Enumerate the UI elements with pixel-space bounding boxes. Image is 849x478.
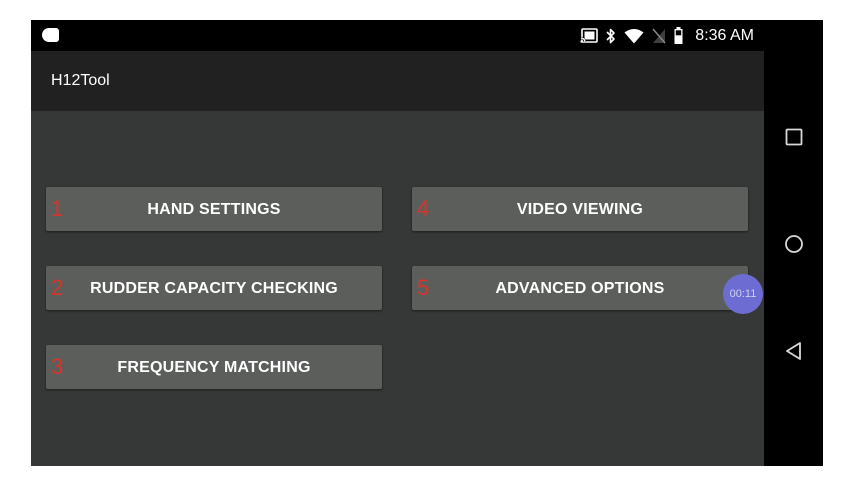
back-icon — [786, 342, 801, 360]
recording-timer-badge[interactable]: 00:11 — [723, 274, 763, 314]
video-viewing-button[interactable]: 4 VIDEO VIEWING — [412, 187, 748, 231]
cast-icon — [580, 27, 599, 43]
status-bar: 8:36 AM — [31, 20, 764, 51]
battery-icon — [674, 27, 683, 44]
bluetooth-icon — [606, 28, 616, 43]
app-title: H12Tool — [51, 72, 110, 89]
device-frame: 8:36 AM H12Tool 1 HAND SETTINGS 2 RUDDER… — [31, 20, 823, 466]
recents-icon — [785, 128, 803, 146]
wifi-icon — [624, 28, 644, 43]
hand-settings-button[interactable]: 1 HAND SETTINGS — [46, 187, 382, 231]
frequency-matching-button[interactable]: 3 FREQUENCY MATCHING — [46, 345, 382, 389]
no-sim-icon — [652, 28, 666, 43]
home-icon — [785, 235, 803, 253]
status-icons: 8:36 AM — [580, 20, 754, 51]
button-label: ADVANCED OPTIONS — [495, 280, 665, 297]
app-screen: 8:36 AM H12Tool 1 HAND SETTINGS 2 RUDDER… — [31, 20, 764, 466]
action-bar: H12Tool — [31, 51, 764, 111]
advanced-options-button[interactable]: 5 ADVANCED OPTIONS — [412, 266, 748, 310]
button-label: HAND SETTINGS — [147, 201, 281, 218]
button-label: FREQUENCY MATCHING — [117, 359, 311, 376]
rudder-capacity-checking-button[interactable]: 2 RUDDER CAPACITY CHECKING — [46, 266, 382, 310]
back-button[interactable] — [778, 335, 810, 367]
button-label: RUDDER CAPACITY CHECKING — [90, 280, 338, 297]
notification-icon — [42, 28, 59, 42]
navigation-bar — [764, 20, 823, 466]
home-button[interactable] — [778, 228, 810, 260]
button-label: VIDEO VIEWING — [516, 201, 644, 218]
status-clock: 8:36 AM — [695, 26, 754, 44]
recents-button[interactable] — [778, 121, 810, 153]
